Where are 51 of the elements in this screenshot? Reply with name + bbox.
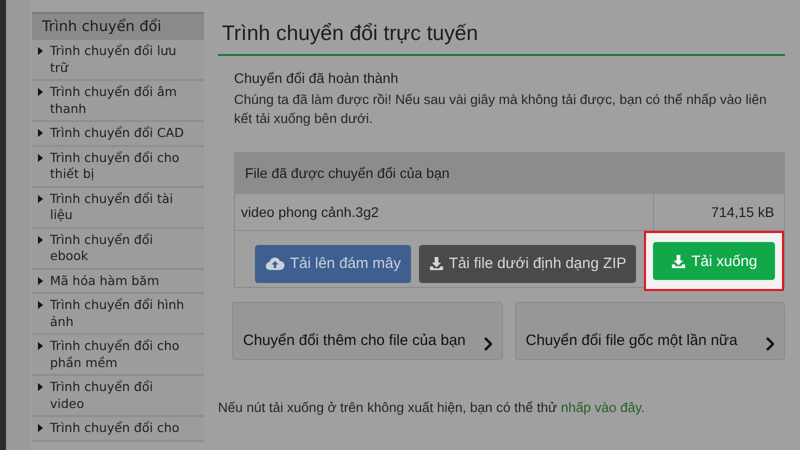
sidebar-item[interactable]: Trình chuyển đổi CAD: [32, 122, 204, 146]
triangle-right-icon: [38, 129, 43, 137]
sidebar-item[interactable]: Trình chuyển đổi hình ảnh: [32, 294, 204, 335]
triangle-right-icon: [38, 342, 43, 350]
sidebar-item-label[interactable]: Trình chuyển đổi cho phần mềm: [50, 338, 190, 371]
sidebar-item[interactable]: Trình chuyển đổi tài liệu: [32, 188, 204, 228]
download-button[interactable]: Tải xuống: [653, 242, 776, 280]
sidebar-item-label[interactable]: Trình chuyển đổi cho: [50, 420, 180, 436]
page-title: Trình chuyển đổi trực tuyến: [218, 20, 786, 56]
triangle-right-icon: [38, 383, 43, 391]
sidebar-item-label[interactable]: Mã hóa hàm băm: [50, 272, 160, 289]
sidebar-item[interactable]: Trình chuyển đổi cho phần mềm: [32, 335, 204, 376]
triangle-right-icon: [38, 424, 43, 432]
file-name-cell: video phong cảnh.3g2: [235, 194, 654, 230]
table-header: File đã được chuyển đổi của bạn: [235, 153, 784, 193]
sidebar-item-label[interactable]: Trình chuyển đổi cho thiết bị: [50, 150, 190, 182]
sidebar-item[interactable]: Trình chuyển đổi video: [32, 376, 204, 417]
triangle-right-icon: [38, 276, 43, 284]
sidebar-item[interactable]: Trình chuyển đổi cho thiết bị: [32, 146, 204, 188]
sidebar-item[interactable]: Mã hóa hàm băm: [32, 270, 204, 294]
zip-button[interactable]: Tải file dưới định dạng ZIP: [418, 244, 636, 282]
action-button[interactable]: Chuyển đổi file gốc một lần nữa: [514, 302, 786, 360]
footer-text: Nếu nút tải xuống ở trên không xuất hiện, bạn có thể thử nhấp vào đây.: [218, 400, 646, 415]
sidebar-item[interactable]: Trình chuyển đổi ebook: [32, 228, 204, 270]
sidebar-item-label[interactable]: Trình chuyển đổi lưu trữ: [50, 43, 190, 76]
sidebar-item-label[interactable]: Trình chuyển đổi tài liệu: [50, 190, 190, 224]
cloud-upload-icon: [265, 256, 285, 271]
sidebar-title: Trình chuyển đổi: [32, 12, 204, 40]
chevron-right-icon: [482, 337, 492, 351]
sidebar-item-label[interactable]: Trình chuyển đổi CAD: [50, 125, 184, 142]
triangle-right-icon: [38, 194, 43, 202]
cloud-button[interactable]: Tải lên đám mây: [255, 244, 411, 282]
triangle-right-icon: [38, 236, 43, 244]
triangle-right-icon: [38, 154, 43, 162]
status-text: Chúng ta đã làm được rồi! Nếu sau vài giây mà không tải được, bạn có thể nhấp vào liên kết tải xuống bên dưới.: [234, 91, 768, 128]
sidebar-item-label[interactable]: Trình chuyển đổi hình ảnh: [50, 297, 190, 330]
sidebar-item[interactable]: Trình chuyển đổi cho: [32, 417, 204, 442]
status-title: Chuyển đổi đã hoàn thành: [234, 70, 400, 86]
sidebar-item-label[interactable]: Trình chuyển đổi ebook: [50, 232, 190, 264]
sidebar-item-label[interactable]: Trình chuyển đổi âm thanh: [50, 84, 190, 117]
download-icon: [671, 254, 686, 268]
action-button[interactable]: Chuyển đổi thêm cho file của bạn: [232, 302, 503, 360]
sidebar-item[interactable]: Trình chuyển đổi lưu trữ: [32, 40, 204, 81]
download-icon: [428, 256, 444, 271]
triangle-right-icon: [38, 301, 43, 309]
triangle-right-icon: [38, 47, 43, 55]
triangle-right-icon: [38, 88, 43, 96]
chevron-right-icon: [765, 337, 774, 351]
sidebar-item[interactable]: Trình chuyển đổi âm thanh: [32, 81, 204, 122]
file-size-cell-text: 714,15 kB: [710, 203, 776, 222]
sidebar-item-label[interactable]: Trình chuyển đổi video: [50, 379, 190, 412]
